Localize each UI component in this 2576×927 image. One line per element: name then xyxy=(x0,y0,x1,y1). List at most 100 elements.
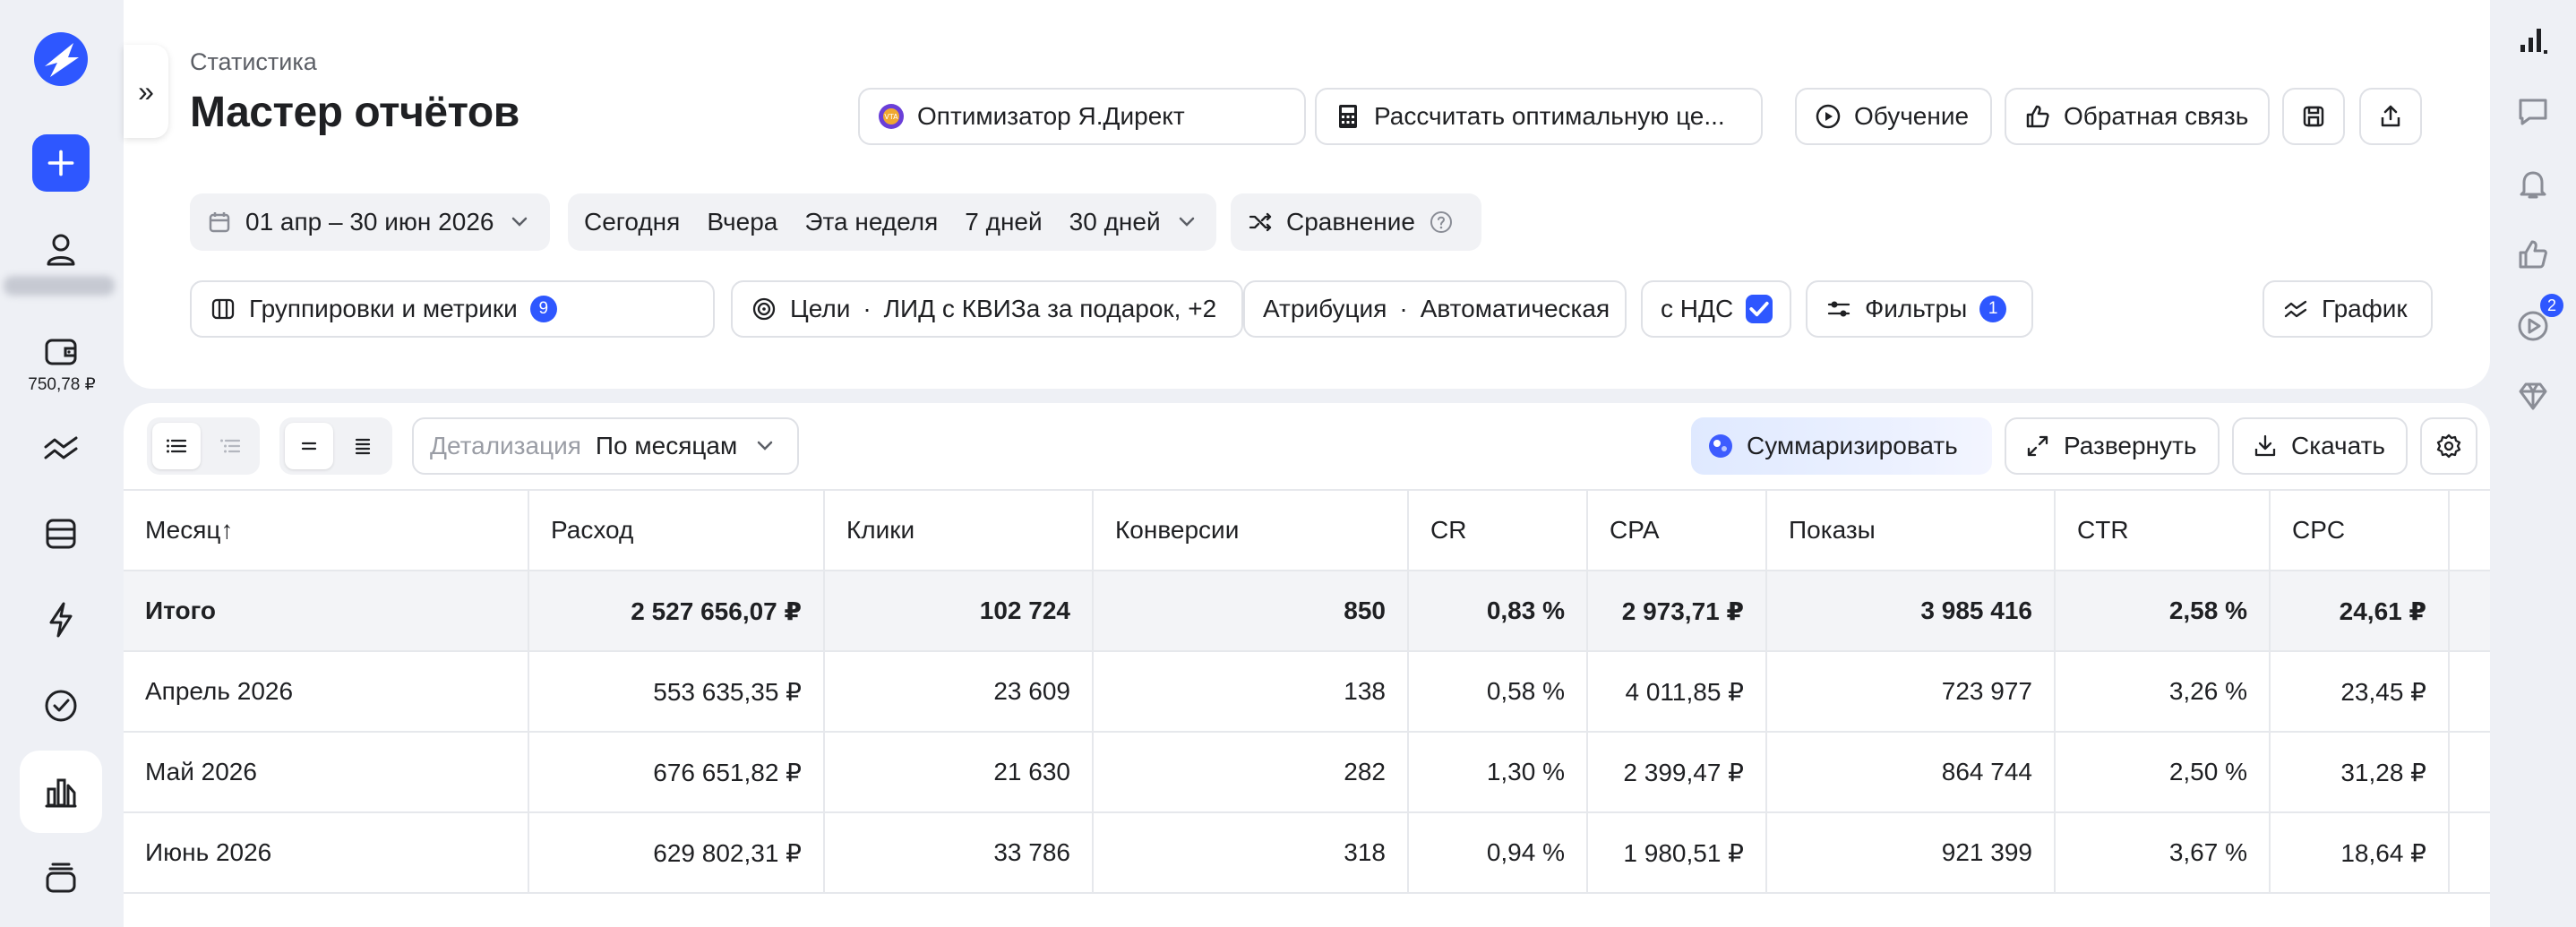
thumbs-up-icon xyxy=(2026,105,2049,128)
metric-cell: 33 786 xyxy=(824,812,1094,894)
feedback-button[interactable]: Обратная связь xyxy=(2005,88,2270,145)
chevron-down-icon xyxy=(758,441,773,451)
compact-rows-button[interactable] xyxy=(285,423,333,469)
svg-text:VTA: VTA xyxy=(884,113,898,121)
statistics-table: Месяц↑ Расход Клики Конверсии CR CPA Показы CTR… xyxy=(124,489,2490,894)
table-total-row[interactable]: Итого 2 527 656,07 ₽102 724 850 0,83 % 2 973… xyxy=(124,571,2490,652)
metric-cell: 3,26 % xyxy=(2055,651,2271,733)
expand-sidebar-button[interactable]: » xyxy=(124,45,168,138)
direct-logo-icon[interactable] xyxy=(32,30,90,88)
ai-sparkle-icon xyxy=(1709,434,1732,458)
summarize-button[interactable]: Суммаризировать xyxy=(1691,417,1992,475)
learning-button[interactable]: Обучение xyxy=(1795,88,1992,145)
date-preset-0[interactable]: Сегодня xyxy=(584,208,680,236)
help-icon[interactable] xyxy=(1428,209,1455,236)
column-header-1[interactable]: Расход xyxy=(528,489,825,571)
date-preset-4[interactable]: 30 дней xyxy=(1069,208,1161,236)
floppy-disk-icon xyxy=(2303,106,2324,127)
check-circle-icon[interactable] xyxy=(20,665,102,747)
list-view-button[interactable] xyxy=(152,423,201,469)
metric-cell: 102 724 xyxy=(824,571,1094,652)
detail-select[interactable]: Детализация По месяцам xyxy=(412,417,799,475)
column-header-0[interactable]: Месяц↑ xyxy=(124,489,529,571)
vat-toggle[interactable]: с НДС xyxy=(1641,280,1791,338)
save-report-button[interactable] xyxy=(2282,88,2345,145)
metric-cell: 24,61 ₽ xyxy=(2270,571,2450,652)
download-button[interactable]: Скачать xyxy=(2232,417,2408,475)
metric-cell: 318 xyxy=(1093,812,1409,894)
goals-prefix: Цели xyxy=(790,295,851,322)
reports-chart-icon[interactable] xyxy=(20,751,102,833)
metric-cell: 850 xyxy=(1093,571,1409,652)
row-density-toggle xyxy=(279,417,392,475)
metric-cell: 2 527 656,07 ₽ xyxy=(528,571,825,652)
dense-rows-button[interactable] xyxy=(339,423,387,469)
date-preset-2[interactable]: Эта неделя xyxy=(804,208,938,236)
metric-cell: 0,83 % xyxy=(1408,571,1588,652)
filters-button[interactable]: Фильтры 1 xyxy=(1806,280,2033,338)
metric-cell: 1,30 % xyxy=(1408,732,1588,813)
date-range-value: 01 апр – 30 июн 2026 xyxy=(245,208,494,236)
column-header-6[interactable]: Показы xyxy=(1766,489,2056,571)
metric-cell: 282 xyxy=(1093,732,1409,813)
column-header-4[interactable]: CR xyxy=(1408,489,1588,571)
metric-cell: 1 980,51 ₽ xyxy=(1587,812,1767,894)
attribution-button[interactable]: Атрибуция · Автоматическая xyxy=(1243,280,1627,338)
chevron-down-icon[interactable] xyxy=(1173,209,1200,236)
calculate-optimal-button[interactable]: Рассчитать оптимальную це... xyxy=(1315,88,1763,145)
metric-cell: 18,64 ₽ xyxy=(2270,812,2450,894)
trends-icon[interactable] xyxy=(20,407,102,489)
table-header-row: Месяц↑ Расход Клики Конверсии CR CPA Показы CTR… xyxy=(124,489,2490,571)
stack-icon[interactable] xyxy=(20,837,102,919)
chevron-down-icon xyxy=(512,217,528,227)
signal-stats-icon[interactable] xyxy=(2513,18,2553,57)
lightning-icon[interactable] xyxy=(20,579,102,661)
gear-icon xyxy=(2436,433,2461,459)
create-button[interactable] xyxy=(32,134,90,192)
bell-icon[interactable] xyxy=(2513,165,2553,204)
separator-dot: · xyxy=(863,295,872,322)
column-header-2[interactable]: Клики xyxy=(824,489,1094,571)
column-header-3[interactable]: Конверсии xyxy=(1093,489,1409,571)
date-range-picker[interactable]: 01 апр – 30 июн 2026 xyxy=(190,193,550,251)
vat-checkbox[interactable] xyxy=(1746,295,1773,323)
metric-cell: 0,94 % xyxy=(1408,812,1588,894)
row-label-cell: Итого xyxy=(124,571,529,652)
breadcrumb[interactable]: Статистика xyxy=(190,48,317,76)
diamond-icon[interactable] xyxy=(2513,376,2553,416)
chart-lines-icon xyxy=(2284,300,2307,318)
date-presets: Сегодня Вчера Эта неделя 7 дней 30 дней xyxy=(568,193,1216,251)
two-lines-icon xyxy=(301,442,317,451)
chat-icon[interactable] xyxy=(2513,91,2553,131)
table-settings-button[interactable] xyxy=(2420,417,2477,475)
right-sidebar: 2 xyxy=(2490,0,2576,927)
double-chevron-right-icon: » xyxy=(138,74,154,107)
database-icon[interactable] xyxy=(20,493,102,575)
goals-value: ЛИД с КВИЗа за подарок, +2 xyxy=(883,295,1217,322)
date-preset-3[interactable]: 7 дней xyxy=(965,208,1042,236)
chart-label: График xyxy=(2322,295,2408,322)
table-row[interactable]: Май 2026 676 651,82 ₽21 630 282 1,30 % 2 399… xyxy=(124,732,2490,813)
goals-button[interactable]: Цели · ЛИД с КВИЗа за подарок, +2 xyxy=(731,280,1243,338)
expand-button[interactable]: Развернуть xyxy=(2005,417,2220,475)
table-row[interactable]: Апрель 2026 553 635,35 ₽23 609 138 0,58 % 4 … xyxy=(124,651,2490,733)
compare-toggle[interactable]: Сравнение xyxy=(1231,193,1481,251)
download-icon xyxy=(2254,434,2276,457)
metric-cell: 0,58 % xyxy=(1408,651,1588,733)
metric-cell: 2 399,47 ₽ xyxy=(1587,732,1767,813)
column-header-7[interactable]: CTR xyxy=(2055,489,2271,571)
shuffle-icon xyxy=(1249,212,1272,232)
column-header-8[interactable]: CPC xyxy=(2270,489,2450,571)
target-icon xyxy=(752,297,776,321)
share-button[interactable] xyxy=(2359,88,2422,145)
groupings-metrics-button[interactable]: Группировки и метрики 9 xyxy=(190,280,715,338)
thumbs-up-icon[interactable] xyxy=(2513,235,2553,274)
column-header-5[interactable]: CPA xyxy=(1587,489,1767,571)
list-icon xyxy=(167,439,187,453)
chart-button[interactable]: График xyxy=(2263,280,2433,338)
table-row[interactable]: Июнь 2026 629 802,31 ₽33 786 318 0,94 % 1 98… xyxy=(124,812,2490,894)
left-sidebar: 750,78 ₽ xyxy=(0,0,124,927)
optimizer-button[interactable]: VTA Оптимизатор Я.Директ xyxy=(858,88,1306,145)
date-preset-1[interactable]: Вчера xyxy=(707,208,777,236)
tree-view-button[interactable] xyxy=(206,423,254,469)
